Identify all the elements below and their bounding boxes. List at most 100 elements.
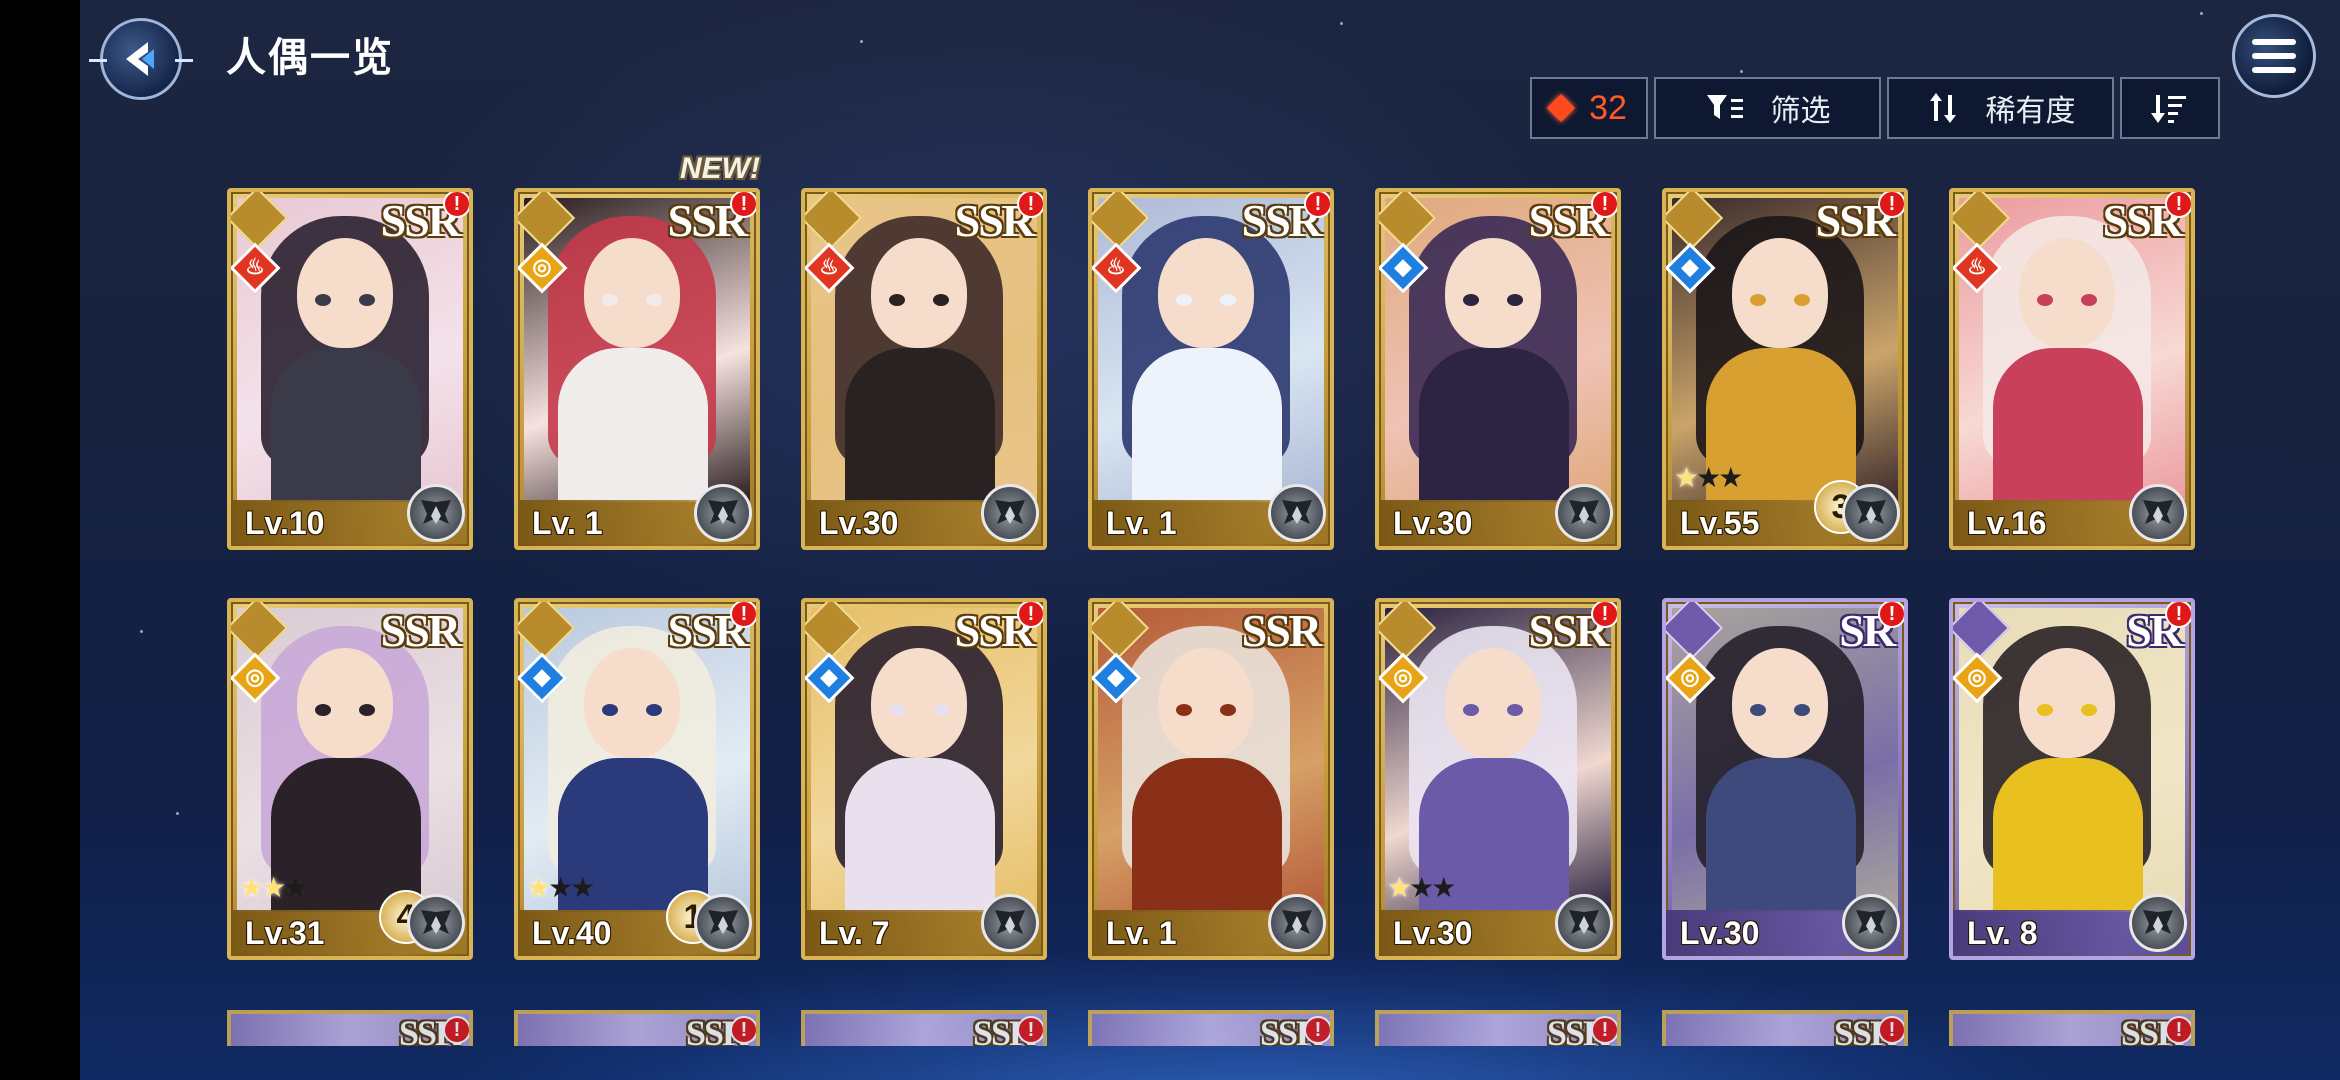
doll-card[interactable]: ♨ SSR! Lv. 1 [1088, 188, 1334, 550]
level-label: Lv.30 [819, 505, 899, 541]
alert-badge: ! [1304, 1016, 1330, 1044]
doll-card-peek[interactable]: SSR! [1375, 1010, 1621, 1046]
class-wing-icon [694, 894, 752, 952]
doll-card[interactable]: ◎ SR! Lv. 8 [1949, 598, 2195, 960]
star-decor [176, 812, 179, 815]
water-glyph-icon: ◆ [1394, 254, 1412, 279]
light-glyph-icon: ◎ [1680, 664, 1700, 689]
sort-button[interactable]: 稀有度 [1887, 77, 2114, 139]
star-decor [1740, 70, 1743, 73]
class-wing-icon [981, 894, 1039, 952]
light-glyph-icon: ◎ [1393, 664, 1413, 689]
doll-card-peek[interactable]: SSR! [1949, 1010, 2195, 1046]
star-decor [140, 630, 143, 633]
water-glyph-icon: ◆ [533, 664, 551, 689]
left-edge-bar [0, 0, 80, 1080]
sort-swap-icon [1929, 93, 1956, 123]
alert-badge: ! [1017, 602, 1043, 628]
level-label: Lv.55 [1680, 505, 1760, 541]
light-glyph-icon: ◎ [1967, 664, 1987, 689]
alert-badge: ! [730, 192, 756, 218]
alert-badge: ! [1591, 1016, 1617, 1044]
back-button[interactable] [89, 18, 193, 100]
sort-label: 稀有度 [1985, 95, 2076, 128]
doll-count-value: 32 [1589, 88, 1627, 127]
level-label: Lv.40 [532, 915, 612, 951]
light-glyph-icon: ◎ [532, 254, 552, 279]
level-label: Lv. 8 [1967, 915, 2038, 951]
alert-badge: ! [1878, 1016, 1904, 1044]
doll-card-peek[interactable]: SSR! [1662, 1010, 1908, 1046]
class-wing-icon [694, 484, 752, 542]
doll-card-peek[interactable]: SSR! [514, 1010, 760, 1046]
alert-badge: ! [1591, 192, 1617, 218]
class-wing-icon [1842, 894, 1900, 952]
water-glyph-icon: ◆ [1107, 664, 1125, 689]
star-rating: ★★★ [1674, 462, 1743, 493]
star-decor [1340, 22, 1343, 25]
sort-descending-icon [2151, 95, 2186, 123]
rarity-label: SSR [1241, 605, 1322, 656]
class-wing-icon [2129, 894, 2187, 952]
back-arrow-icon [126, 42, 154, 76]
class-wing-icon [1268, 484, 1326, 542]
class-wing-icon [2129, 484, 2187, 542]
doll-card[interactable]: ♨ SSR! Lv.16 [1949, 188, 2195, 550]
doll-card-peek[interactable]: SSR! [227, 1010, 473, 1046]
doll-count: 32 [1530, 77, 1648, 139]
doll-card-peek[interactable]: SSR! [801, 1010, 1047, 1046]
alert-badge: ! [1591, 602, 1617, 628]
level-label: Lv.16 [1967, 505, 2047, 541]
alert-badge: ! [2165, 192, 2191, 218]
doll-card[interactable]: ◆ SSR Lv. 1 [1088, 598, 1334, 960]
doll-card[interactable]: ◆ SSR! ★★★ Lv.55 3 [1662, 188, 1908, 550]
class-wing-icon [407, 484, 465, 542]
doll-card[interactable]: ◎ SSR! Lv. 1 [514, 188, 760, 550]
level-label: Lv. 7 [819, 915, 890, 951]
doll-card[interactable]: ◎ SSR ★★★ Lv.31 4 [227, 598, 473, 960]
gem-icon [1546, 93, 1576, 123]
class-wing-icon [1555, 894, 1613, 952]
water-glyph-icon: ◆ [1681, 254, 1699, 279]
alert-badge: ! [1878, 602, 1904, 628]
doll-card[interactable]: ◆ SSR! Lv.30 [1375, 188, 1621, 550]
alert-badge: ! [1878, 192, 1904, 218]
level-label: Lv.10 [245, 505, 325, 541]
doll-card[interactable]: ◎ SSR! ★★★ Lv.30 [1375, 598, 1621, 960]
filter-button[interactable]: 筛选 [1654, 77, 1881, 139]
level-label: Lv. 1 [1106, 915, 1177, 951]
page-title: 人偶一览 [226, 36, 394, 80]
class-wing-icon [1842, 484, 1900, 542]
doll-card[interactable]: ◆ SSR! ★★★ Lv.40 1 [514, 598, 760, 960]
sort-order-button[interactable] [2120, 77, 2220, 139]
alert-badge: ! [1304, 192, 1330, 218]
star-decor [2200, 12, 2203, 15]
star-decor [860, 40, 863, 43]
hamburger-icon [2252, 39, 2296, 73]
alert-badge: ! [443, 192, 469, 218]
filter-label: 筛选 [1770, 95, 1831, 128]
doll-card[interactable]: ◆ SSR! Lv. 7 [801, 598, 1047, 960]
alert-badge: ! [730, 602, 756, 628]
fire-glyph-icon: ♨ [1967, 254, 1987, 279]
new-tag: NEW! [680, 152, 760, 185]
rarity-label: SSR [380, 605, 461, 656]
class-wing-icon [407, 894, 465, 952]
star-rating: ★★★ [1387, 872, 1456, 903]
filter-icon [1706, 95, 1743, 119]
alert-badge: ! [2165, 1016, 2191, 1044]
alert-badge: ! [1017, 1016, 1043, 1044]
level-label: Lv.30 [1680, 915, 1760, 951]
menu-button[interactable] [2232, 14, 2316, 98]
level-label: Lv.30 [1393, 915, 1473, 951]
doll-card[interactable]: ♨ SSR! Lv.10 [227, 188, 473, 550]
fire-glyph-icon: ♨ [1106, 254, 1126, 279]
doll-card[interactable]: ♨ SSR! Lv.30 [801, 188, 1047, 550]
star-rating: ★★★ [526, 872, 595, 903]
alert-badge: ! [2165, 602, 2191, 628]
level-label: Lv. 1 [532, 505, 603, 541]
light-glyph-icon: ◎ [245, 664, 265, 689]
doll-card[interactable]: ◎ SR! Lv.30 [1662, 598, 1908, 960]
class-wing-icon [1268, 894, 1326, 952]
doll-card-peek[interactable]: SSR! [1088, 1010, 1334, 1046]
